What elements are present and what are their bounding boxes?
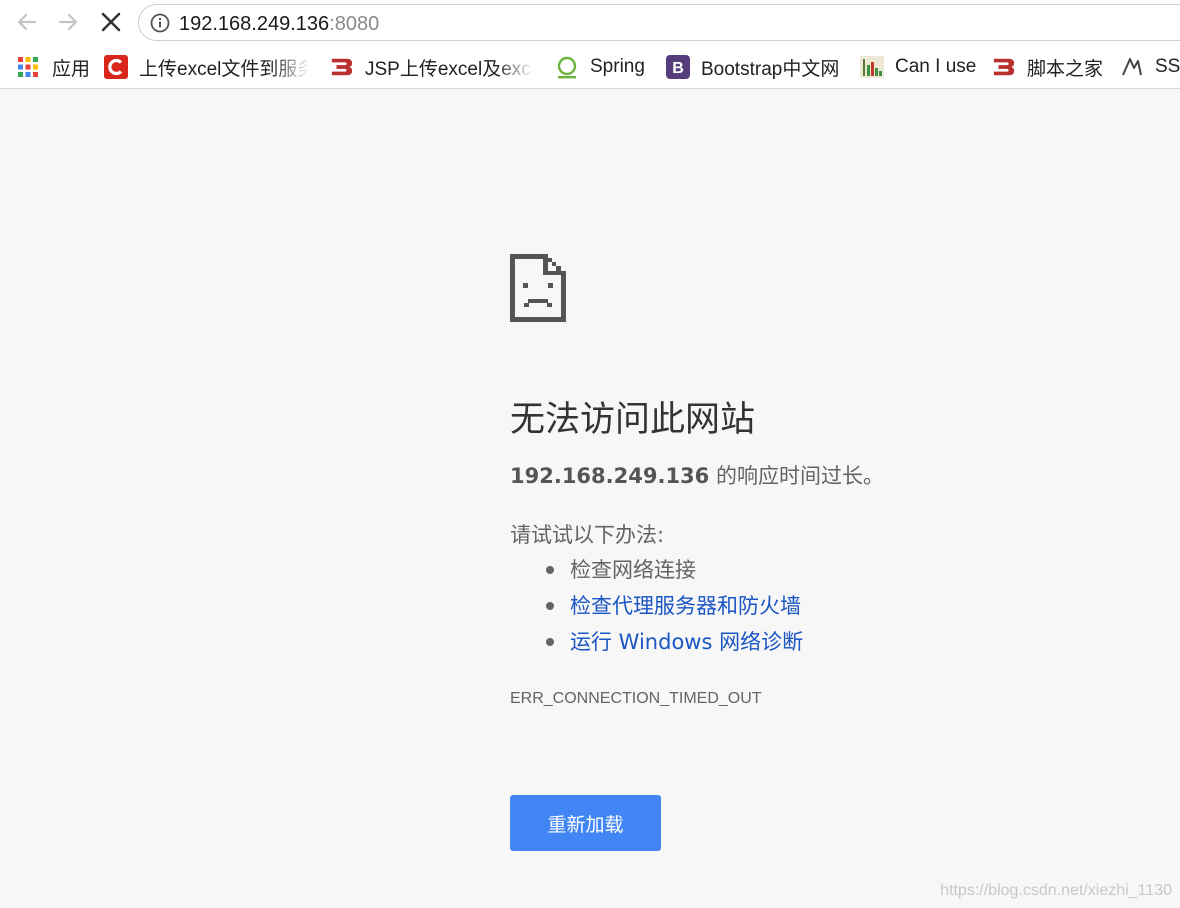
bookmark-spring[interactable]: Spring	[555, 46, 645, 88]
forward-button[interactable]	[51, 5, 85, 39]
bookmark-bootstrap[interactable]: B Bootstrap中文网	[666, 46, 839, 88]
url-port: :8080	[329, 13, 380, 35]
caniuse-logo-icon	[860, 55, 884, 79]
bookmark-upload-excel[interactable]: 上传excel文件到服务	[104, 46, 309, 88]
info-icon[interactable]	[149, 12, 171, 34]
suggestion-check-proxy[interactable]: 检查代理服务器和防火墙	[510, 590, 803, 626]
browser-toolbar: 192.168.249.136:8080	[0, 0, 1180, 46]
bookmark-ssm[interactable]: SSM	[1120, 46, 1180, 88]
address-bar[interactable]: 192.168.249.136:8080	[138, 4, 1180, 41]
arrow-right-icon	[58, 13, 78, 31]
ssm-logo-icon	[1120, 55, 1144, 79]
bookmark-label: Can I use	[895, 56, 977, 77]
bookmark-label: Spring	[590, 56, 645, 77]
error-summary-text: 的响应时间过长。	[709, 464, 884, 488]
bootstrap-logo-icon: B	[666, 55, 690, 79]
suggestion-check-network: 检查网络连接	[510, 554, 803, 590]
error-summary: 192.168.249.136 的响应时间过长。	[510, 460, 884, 490]
bookmark-label: 应用	[52, 58, 91, 80]
stop-loading-button[interactable]	[94, 5, 128, 39]
sad-page-icon	[510, 254, 566, 322]
csdn-logo-icon	[104, 55, 128, 79]
bookmark-label: JSP上传excel及excel	[365, 58, 533, 80]
bookmarks-bar: 应用 上传excel文件到服务 JSP上传excel及excel Spring	[0, 46, 1180, 89]
bookmark-label: Bootstrap中文网	[701, 58, 840, 80]
suggestion-text: 检查网络连接	[570, 558, 696, 582]
bookmark-can-i-use[interactable]: Can I use	[860, 46, 976, 88]
bookmark-jb51[interactable]: 脚本之家	[992, 46, 1103, 88]
svg-text:B: B	[672, 60, 684, 77]
watermark: https://blog.csdn.net/xiezhi_1130	[940, 882, 1172, 899]
back-button[interactable]	[10, 5, 44, 39]
bookmark-label: 上传excel文件到服务	[139, 58, 309, 80]
suggestions-heading: 请试试以下办法:	[510, 523, 665, 547]
error-code: ERR_CONNECTION_TIMED_OUT	[510, 690, 762, 707]
bookmark-label: SSM	[1155, 56, 1180, 77]
bookmark-apps[interactable]: 应用	[16, 46, 90, 88]
suggestion-run-diagnostics[interactable]: 运行 Windows 网络诊断	[510, 626, 803, 662]
url-text[interactable]: 192.168.249.136:8080	[179, 13, 379, 36]
suggestion-link[interactable]: 检查代理服务器和防火墙	[570, 594, 801, 618]
close-icon	[101, 12, 121, 32]
suggestion-link[interactable]: 运行 Windows 网络诊断	[570, 630, 803, 654]
jb51-logo-icon	[330, 55, 354, 79]
arrow-left-icon	[17, 13, 37, 31]
bookmark-jsp-excel[interactable]: JSP上传excel及excel	[330, 46, 533, 88]
reload-button[interactable]: 重新加载	[510, 795, 661, 851]
apps-grid-icon	[16, 55, 40, 79]
error-title: 无法访问此网站	[510, 400, 756, 440]
url-host: 192.168.249.136	[179, 13, 330, 35]
jb51-logo-icon	[992, 55, 1016, 79]
suggestions-list: 检查网络连接 检查代理服务器和防火墙 运行 Windows 网络诊断	[510, 554, 803, 662]
bookmark-label: 脚本之家	[1027, 58, 1104, 80]
spring-logo-icon	[555, 55, 579, 79]
error-host: 192.168.249.136	[510, 464, 710, 488]
